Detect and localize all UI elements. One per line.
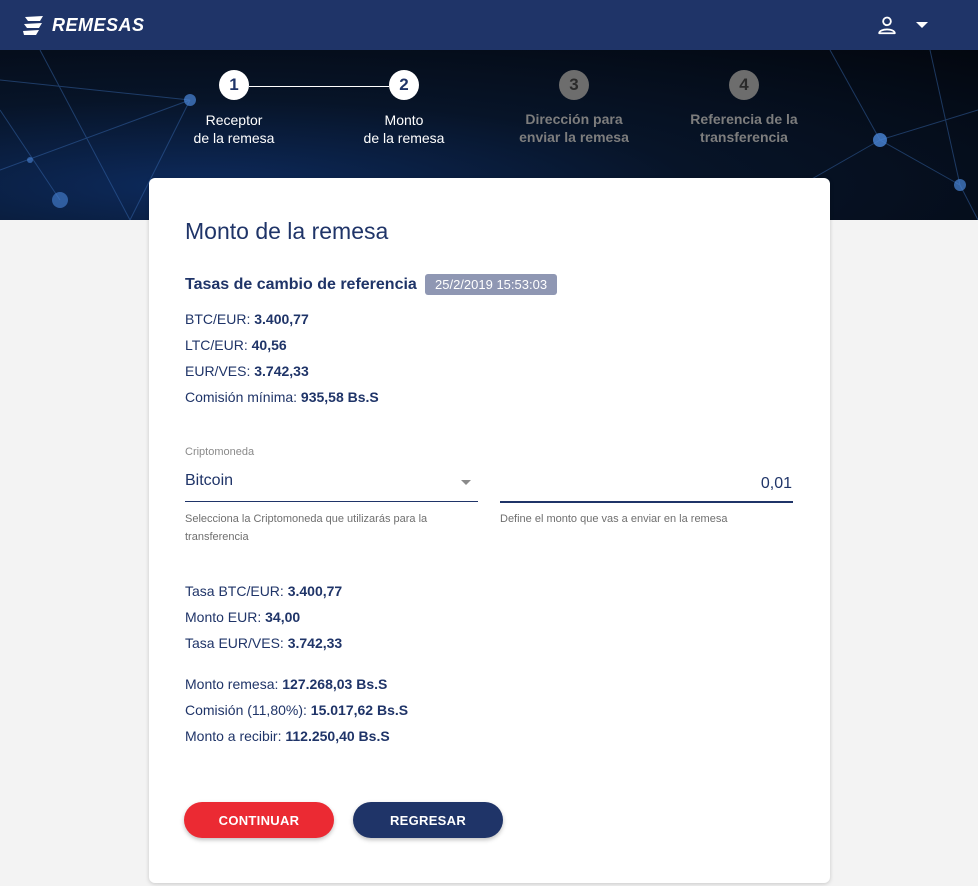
page-title: Monto de la remesa: [185, 218, 389, 244]
step-4: 4 Referencia de la transferencia: [659, 70, 829, 146]
step-label: Receptor de la remesa: [193, 112, 275, 146]
conversion-btc-eur: Tasa BTC/EUR: 3.400,77: [185, 583, 343, 599]
step-number: 3: [559, 70, 589, 100]
brand[interactable]: REMESAS: [22, 13, 145, 37]
step-3: 3 Dirección para enviar la remesa: [489, 70, 659, 146]
step-number: 1: [219, 70, 249, 100]
remittance-amount-card: Monto de la remesa Tasas de cambio de re…: [149, 178, 830, 883]
rate-btc-eur: BTC/EUR: 3.400,77: [185, 311, 309, 327]
step-1[interactable]: 1 Receptor de la remesa: [149, 70, 319, 147]
back-button[interactable]: REGRESAR: [353, 802, 503, 838]
conversion-amount-eur: Monto EUR: 34,00: [185, 609, 301, 625]
user-menu[interactable]: [876, 14, 928, 36]
crypto-select-help: Selecciona la Criptomoneda que utilizará…: [185, 513, 428, 543]
summary-amount-to-receive: Monto a recibir: 112.250,40 Bs.S: [185, 728, 390, 744]
step-number: 4: [729, 70, 759, 100]
summary-remittance-amount: Monto remesa: 127.268,03 Bs.S: [185, 676, 388, 692]
exchange-rates-heading: Tasas de cambio de referencia: [185, 276, 417, 293]
summary-commission: Comisión (11,80%): 15.017,62 Bs.S: [185, 702, 409, 718]
amount-input-help: Define el monto que vas a enviar en la r…: [500, 513, 728, 525]
crypto-select-label: Criptomoneda: [185, 446, 255, 458]
user-icon[interactable]: [876, 14, 898, 36]
step-label: Monto de la remesa: [363, 112, 445, 146]
conversion-eur-ves: Tasa EUR/VES: 3.742,33: [185, 635, 343, 651]
crypto-select-value: Bitcoin: [185, 472, 234, 489]
continue-button[interactable]: CONTINUAR: [184, 802, 334, 838]
rate-ltc-eur: LTC/EUR: 40,56: [185, 337, 287, 353]
chevron-down-icon: [461, 480, 471, 485]
crypto-select[interactable]: Bitcoin: [185, 466, 478, 502]
step-label: Referencia de la transferencia: [690, 111, 798, 145]
step-2[interactable]: 2 Monto de la remesa: [319, 70, 489, 147]
remesas-logo-icon: [23, 16, 43, 35]
top-bar: REMESAS: [0, 0, 978, 50]
step-label: Dirección para enviar la remesa: [519, 111, 629, 145]
minimum-commission: Comisión mínima: 935,58 Bs.S: [185, 389, 379, 405]
rates-timestamp-badge: 25/2/2019 15:53:03: [425, 274, 558, 295]
brand-name: REMESAS: [52, 14, 145, 35]
rate-eur-ves: EUR/VES: 3.742,33: [185, 363, 309, 379]
chevron-down-icon[interactable]: [916, 22, 928, 28]
step-number: 2: [389, 70, 419, 100]
amount-input[interactable]: [500, 466, 793, 503]
